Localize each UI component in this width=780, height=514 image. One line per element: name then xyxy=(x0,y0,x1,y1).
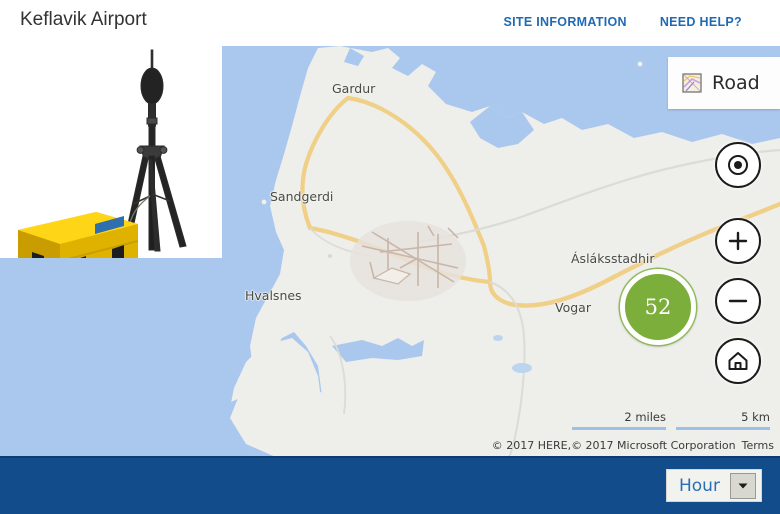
zoom-out-button[interactable] xyxy=(715,278,761,324)
scale-miles: 2 miles xyxy=(572,410,666,430)
locate-me-button[interactable] xyxy=(715,142,761,188)
map-thumbnail-icon xyxy=(682,73,702,93)
map-label-gardur: Gardur xyxy=(332,81,376,96)
chevron-down-glyph xyxy=(738,483,748,488)
header-nav: SITE INFORMATION NEED HELP? xyxy=(504,15,743,29)
terms-link[interactable]: Terms xyxy=(742,439,774,452)
terminal-illustration xyxy=(0,46,222,258)
map-attribution: © 2017 HERE,© 2017 Microsoft Corporation… xyxy=(492,439,774,452)
home-icon xyxy=(728,352,748,370)
monitoring-terminal-photo xyxy=(0,46,222,258)
site-map[interactable]: Gardur Sandgerdi Hvalsnes Ásláksstadhir … xyxy=(222,46,780,458)
map-label-vogar: Vogar xyxy=(555,300,591,315)
basemap-label: Road xyxy=(712,72,760,94)
noise-monitoring-app: Keflavik Airport SITE INFORMATION NEED H… xyxy=(0,0,780,514)
map-label-hvalsnes: Hvalsnes xyxy=(245,288,302,303)
footer-bar: Hour xyxy=(0,456,780,514)
period-select-value: Hour xyxy=(679,475,720,496)
zoom-in-button[interactable] xyxy=(715,218,761,264)
map-label-aslaksstadhir: Ásláksstadhir xyxy=(571,251,655,266)
noise-level-value: 52 xyxy=(644,295,672,319)
scale-miles-label: 2 miles xyxy=(624,410,666,424)
page-title: Keflavik Airport xyxy=(20,9,147,30)
left-water-filler xyxy=(0,258,222,458)
plus-icon xyxy=(728,231,748,251)
home-button[interactable] xyxy=(715,338,761,384)
target-icon xyxy=(728,155,748,175)
scale-miles-line xyxy=(572,427,666,430)
site-information-link[interactable]: SITE INFORMATION xyxy=(504,15,627,29)
scale-km: 5 km xyxy=(676,410,770,430)
scale-km-line xyxy=(676,427,770,430)
scale-km-label: 5 km xyxy=(741,410,770,424)
attribution-text: © 2017 HERE,© 2017 Microsoft Corporation xyxy=(491,439,736,452)
minus-icon xyxy=(728,299,748,303)
period-select[interactable]: Hour xyxy=(666,469,762,502)
noise-level-marker[interactable]: 52 xyxy=(620,269,696,345)
map-label-sandgerdi: Sandgerdi xyxy=(270,189,334,204)
map-scale-bar: 2 miles 5 km xyxy=(572,410,770,430)
basemap-road-button[interactable]: Road xyxy=(668,57,780,109)
chevron-down-icon[interactable] xyxy=(730,472,756,499)
app-header: Keflavik Airport SITE INFORMATION NEED H… xyxy=(0,0,780,46)
need-help-link[interactable]: NEED HELP? xyxy=(660,15,742,29)
